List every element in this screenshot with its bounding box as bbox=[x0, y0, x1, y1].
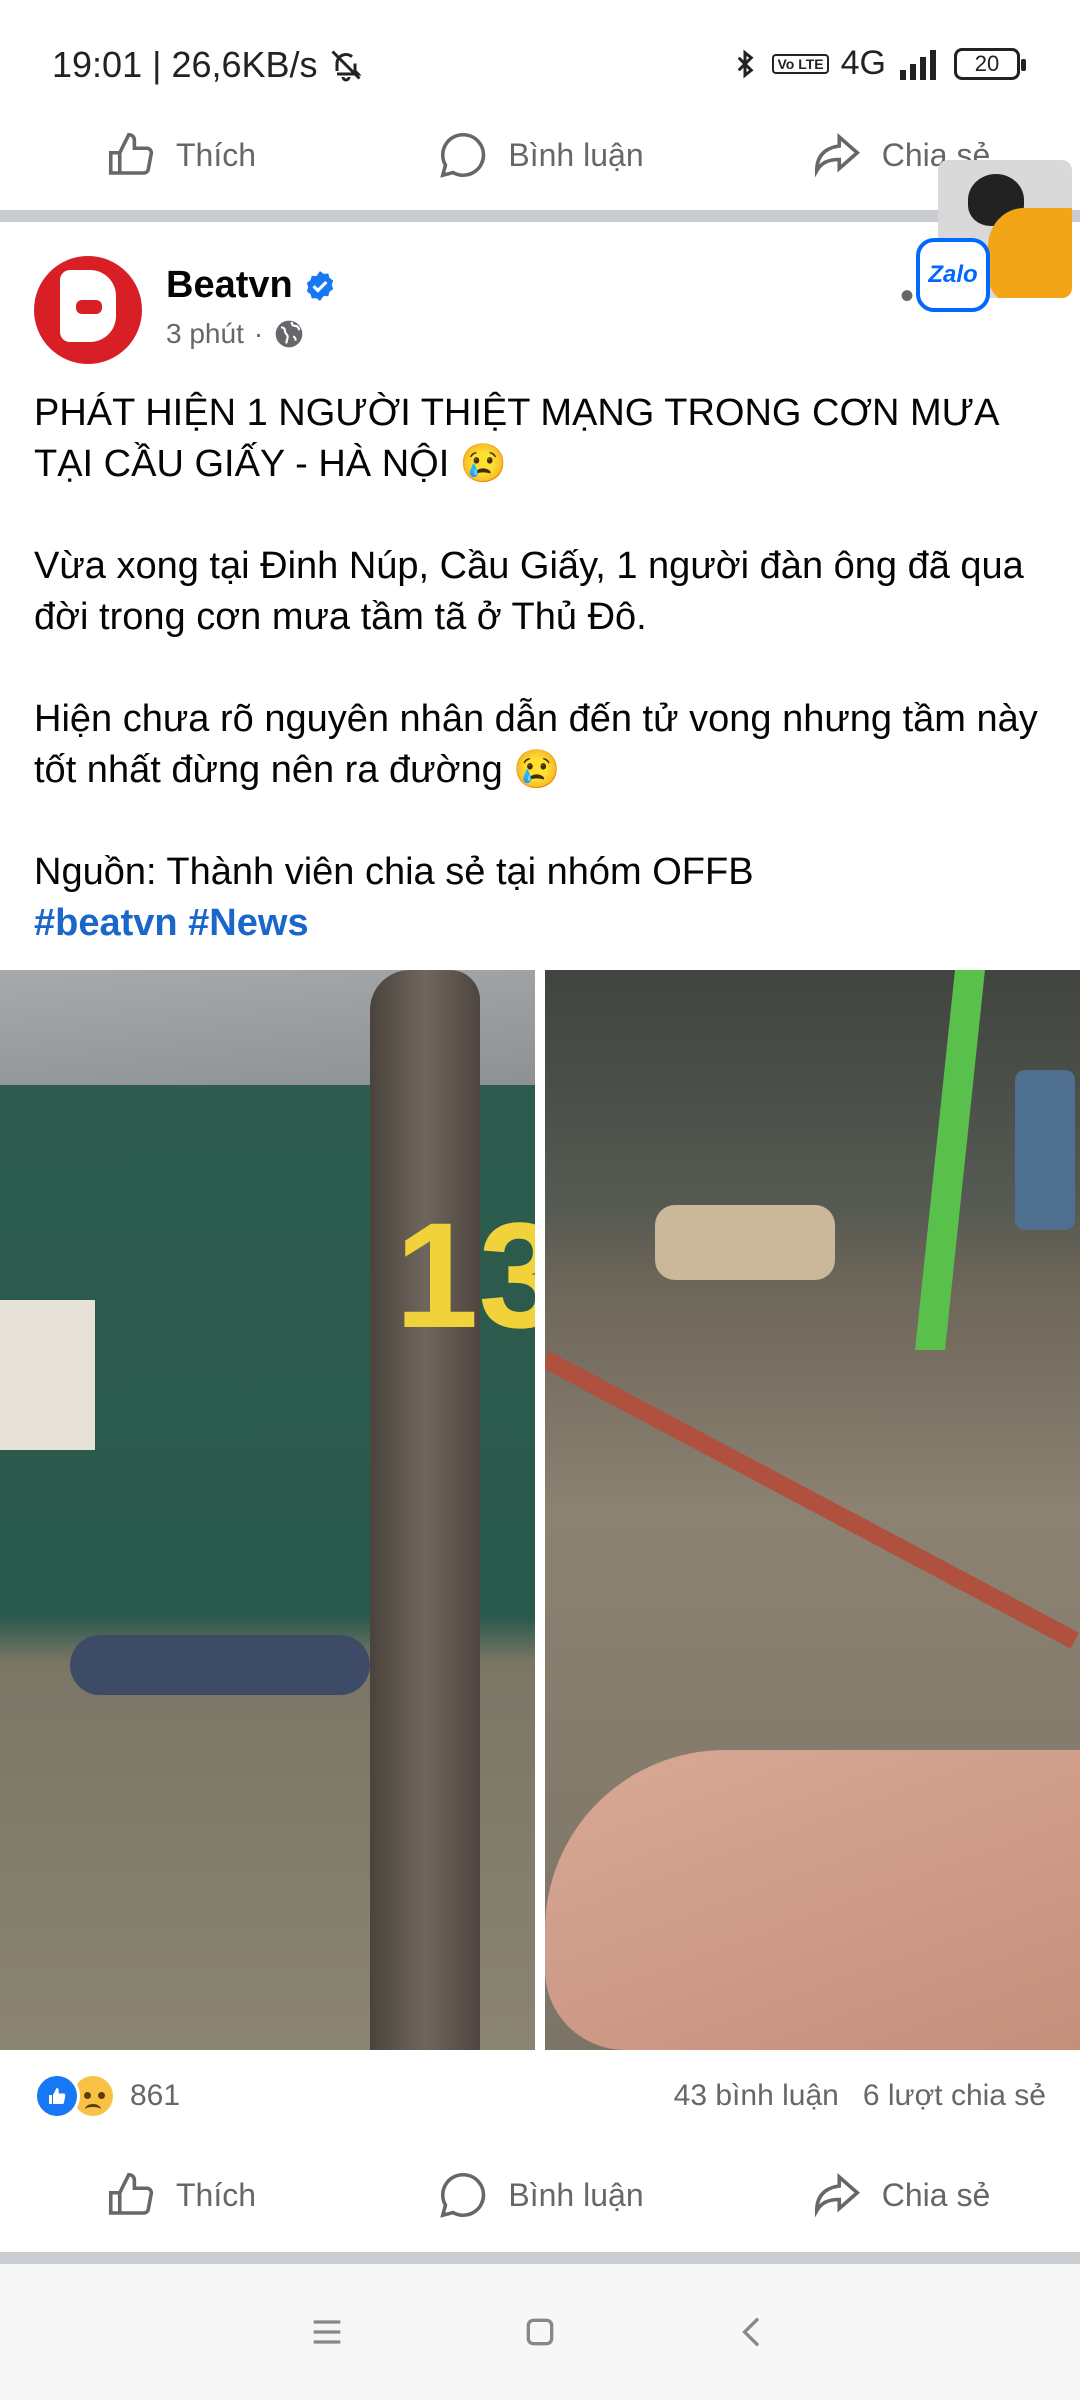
engagement-counts: 43 bình luận 6 lượt chia sẻ bbox=[674, 2079, 1046, 2113]
bluetooth-icon bbox=[738, 49, 754, 78]
comment-button[interactable]: Bình luận bbox=[360, 128, 720, 182]
meta-separator: · bbox=[253, 318, 264, 349]
comment-label: Bình luận bbox=[508, 136, 644, 173]
globe-icon bbox=[275, 320, 303, 348]
person-shape bbox=[1015, 1070, 1075, 1230]
tree-number: 13 bbox=[395, 1191, 535, 1359]
like-button[interactable]: Thích bbox=[0, 2168, 360, 2222]
thumbs-up-icon bbox=[108, 132, 154, 175]
comment-label: Bình luận bbox=[508, 2176, 644, 2213]
home-icon[interactable] bbox=[520, 2312, 560, 2352]
like-reaction-icon bbox=[34, 2073, 80, 2119]
status-left: 19:01 | 26,6KB/s bbox=[52, 44, 364, 86]
post-header: Beatvn 3 phút · •• bbox=[34, 256, 1046, 366]
like-button[interactable]: Thích bbox=[0, 128, 360, 182]
share-arrow-icon bbox=[814, 133, 860, 178]
share-button[interactable]: Chia sẻ bbox=[720, 2168, 1080, 2222]
page-name-row[interactable]: Beatvn bbox=[166, 264, 337, 307]
reaction-summary[interactable]: 861 bbox=[34, 2073, 180, 2119]
blanket-shape bbox=[655, 1205, 835, 1280]
like-label: Thích bbox=[175, 136, 257, 173]
zalo-label: Zalo bbox=[928, 261, 978, 288]
zalo-bubble[interactable]: Zalo bbox=[916, 238, 990, 312]
sign-shape bbox=[0, 1300, 95, 1450]
reaction-count: 861 bbox=[130, 2079, 181, 2112]
post-paragraph-2: Hiện chưa rõ nguyên nhân dẫn đến tử vong… bbox=[34, 698, 1038, 791]
post-separator bbox=[0, 2252, 1080, 2264]
green-pole-shape bbox=[915, 970, 985, 1350]
thumbs-up-icon bbox=[108, 2172, 154, 2215]
comment-button[interactable]: Bình luận bbox=[360, 2168, 720, 2222]
post-source: Nguồn: Thành viên chia sẻ tại nhóm OFFB bbox=[34, 851, 754, 893]
brick-edge-shape bbox=[545, 1351, 1079, 1649]
share-label: Chia sẻ bbox=[881, 2176, 991, 2213]
post-hashtags[interactable]: #beatvn #News bbox=[34, 898, 1054, 949]
verified-badge-icon bbox=[306, 270, 333, 301]
battery-icon: 20 bbox=[954, 47, 1026, 80]
post-meta: 3 phút · bbox=[166, 318, 305, 350]
comment-bubble-icon bbox=[440, 132, 486, 178]
network-type: 4G bbox=[840, 44, 886, 82]
post-time: 3 phút bbox=[166, 318, 244, 349]
like-label: Thích bbox=[175, 2176, 257, 2213]
volte-badge: Vo LTE bbox=[772, 53, 829, 74]
share-arrow-icon bbox=[814, 2173, 860, 2218]
battery-level: 20 bbox=[974, 50, 1000, 76]
mute-bell-icon bbox=[330, 50, 362, 82]
reactions-row: 861 43 bình luận 6 lượt chia sẻ bbox=[34, 2068, 1046, 2124]
post-text: PHÁT HIỆN 1 NGƯỜI THIỆT MẠNG TRONG CƠN M… bbox=[34, 388, 1054, 949]
previous-post-action-bar: Thích Bình luận Chia sẻ bbox=[0, 100, 1080, 210]
cloth-image bbox=[988, 208, 1072, 298]
page-avatar[interactable] bbox=[34, 256, 142, 364]
arm-shape bbox=[545, 1750, 1080, 2050]
beatvn-logo-icon bbox=[60, 270, 116, 342]
menu-icon[interactable] bbox=[307, 2312, 347, 2352]
page-name[interactable]: Beatvn bbox=[166, 264, 293, 307]
back-icon[interactable] bbox=[733, 2312, 773, 2352]
navigation-bar bbox=[0, 2264, 1080, 2400]
status-time-speed: 19:01 | 26,6KB/s bbox=[52, 44, 318, 85]
post-photos: 13 bbox=[0, 970, 1080, 2050]
signal-icon bbox=[900, 49, 936, 80]
post-headline: PHÁT HIỆN 1 NGƯỜI THIỆT MẠNG TRONG CƠN M… bbox=[34, 392, 998, 485]
photo-right[interactable] bbox=[545, 970, 1080, 2050]
post-paragraph-1: Vừa xong tại Đinh Núp, Cầu Giấy, 1 người… bbox=[34, 545, 1024, 638]
tree-trunk-shape bbox=[370, 970, 480, 2050]
comment-bubble-icon bbox=[440, 2172, 486, 2218]
reaction-icons bbox=[34, 2073, 116, 2119]
post-action-bar: Thích Bình luận Chia sẻ bbox=[0, 2140, 1080, 2250]
covered-body-shape bbox=[70, 1635, 370, 1695]
photo-left[interactable]: 13 bbox=[0, 970, 535, 2050]
comment-count[interactable]: 43 bình luận bbox=[674, 2079, 839, 2113]
status-right: Vo LTE 4G 20 bbox=[730, 44, 1026, 83]
share-count[interactable]: 6 lượt chia sẻ bbox=[863, 2079, 1046, 2113]
post-separator bbox=[0, 210, 1080, 222]
